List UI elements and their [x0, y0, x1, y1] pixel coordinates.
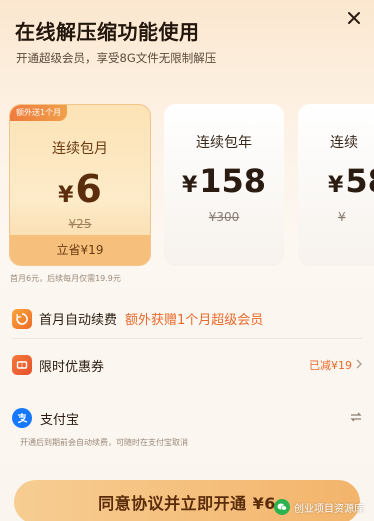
page-title: 在线解压缩功能使用: [15, 20, 200, 44]
plan-card-monthly[interactable]: 额外送1个月 连续包月 ¥6 ¥25 立省¥19: [9, 104, 151, 266]
page-subtitle: 开通超级会员，享受8G文件无限制解压: [16, 51, 217, 65]
coupon-icon: [12, 355, 32, 375]
plan-original-price: ¥: [338, 210, 346, 224]
alipay-icon: [12, 408, 32, 428]
plan-original-price: ¥25: [68, 217, 92, 231]
payment-method-row[interactable]: 支付宝: [12, 398, 362, 438]
watermark: 创业项目资源库: [274, 499, 364, 515]
watermark-text: 创业项目资源库: [294, 503, 364, 515]
plan-card-third[interactable]: 连续 ¥58 ¥: [298, 104, 374, 266]
coupon-value[interactable]: 已减¥19: [309, 357, 362, 373]
wechat-icon: [274, 499, 290, 515]
plan-name: 连续包月: [52, 141, 108, 157]
plan-card-yearly[interactable]: 连续包年 ¥158 ¥300: [164, 104, 284, 266]
swap-icon[interactable]: [350, 411, 362, 425]
plan-price: ¥58: [328, 162, 374, 200]
plan-name: 连续包年: [196, 135, 252, 151]
payment-method-label: 支付宝: [40, 412, 80, 428]
plan-price: ¥6: [10, 167, 150, 211]
plan-badge: 额外送1个月: [10, 105, 68, 121]
currency-symbol: ¥: [181, 173, 198, 198]
plan-price-value: 6: [75, 167, 102, 211]
plan-note: 首月6元，后续每月仅需19.9元: [10, 274, 121, 283]
auto-renew-bonus: 额外获赠1个月超级会员: [125, 313, 264, 328]
auto-renew-label: 首月自动续费: [39, 313, 118, 328]
plan-name: 连续: [330, 135, 358, 151]
currency-symbol: ¥: [328, 173, 344, 198]
coupon-label: 限时优惠券: [39, 359, 105, 375]
plan-price-value: 158: [199, 162, 267, 200]
plan-price: ¥158: [164, 162, 284, 200]
plan-price-value: 58: [345, 162, 374, 200]
renew-icon: [12, 308, 32, 329]
coupon-discount: 已减¥19: [309, 359, 352, 372]
chevron-right-icon: [356, 358, 362, 372]
payment-note: 开通后到期前会自动续费，可随时在支付宝取消: [20, 438, 188, 447]
coupon-row[interactable]: 限时优惠券 已减¥19: [12, 345, 362, 385]
plan-savings: 立省¥19: [10, 235, 150, 265]
plan-original-price: ¥300: [208, 210, 240, 224]
close-icon[interactable]: [342, 6, 366, 30]
auto-renew-row: 首月自动续费 额外获赠1个月超级会员: [12, 299, 362, 339]
currency-symbol: ¥: [58, 183, 74, 208]
